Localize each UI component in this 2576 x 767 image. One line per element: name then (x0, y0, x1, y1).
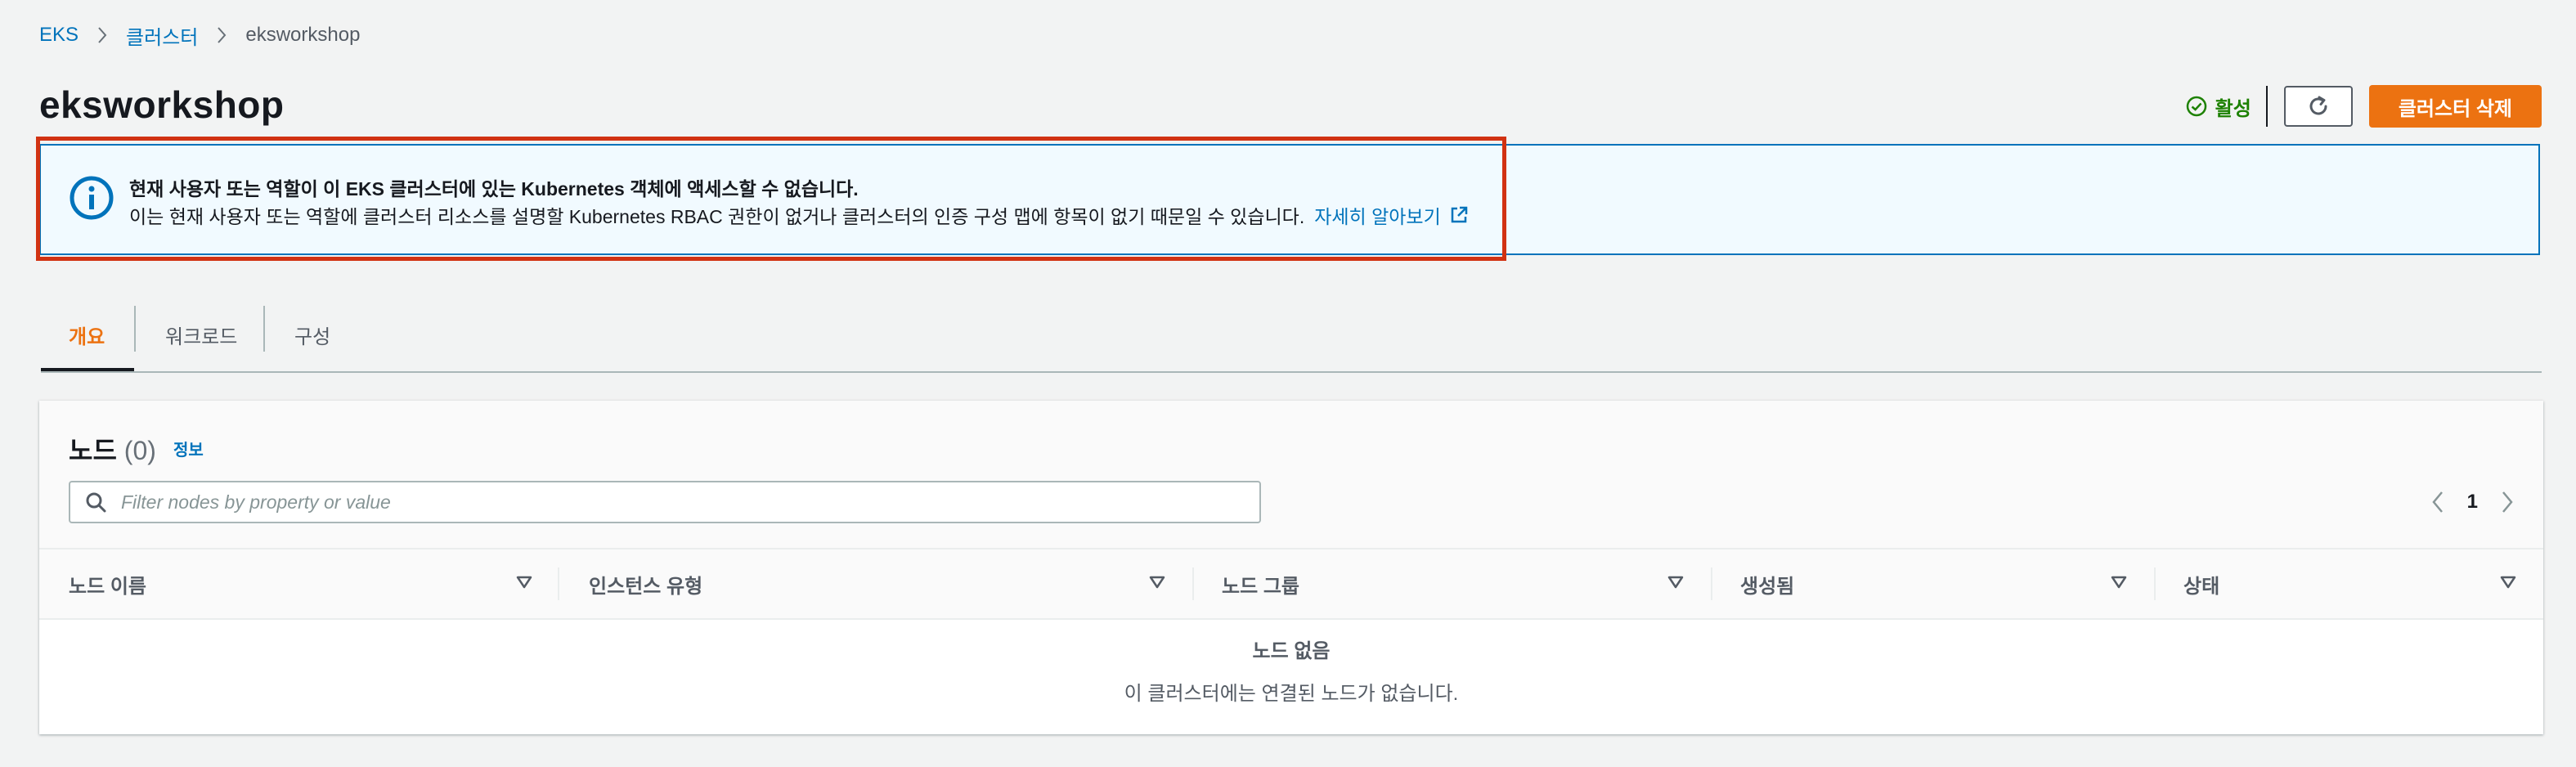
chevron-right-icon[interactable] (2499, 490, 2515, 514)
breadcrumb-clusters-link[interactable]: 클러스터 (126, 21, 198, 50)
chevron-right-icon (216, 26, 227, 44)
divider (2265, 86, 2268, 127)
tab-bar: 개요 워크로드 구성 (41, 299, 2542, 373)
pagination: 1 (2430, 486, 2515, 518)
panel-title: 노드 (0) (69, 430, 156, 468)
delete-cluster-button[interactable]: 클러스터 삭제 (2368, 85, 2542, 128)
page-number[interactable]: 1 (2467, 491, 2478, 514)
sort-caret-icon[interactable] (1148, 574, 1166, 590)
tab-divider (134, 306, 136, 352)
active-tab-indicator (41, 368, 134, 371)
chevron-right-icon (96, 26, 108, 44)
tab-overview[interactable]: 개요 (69, 299, 105, 370)
refresh-icon (2309, 96, 2327, 115)
node-count: (0) (123, 436, 156, 465)
panel-title-text: 노드 (69, 436, 117, 465)
status-badge: 활성 (2186, 92, 2251, 121)
column-divider (2154, 567, 2156, 600)
page-title: eksworkshop (39, 83, 285, 126)
column-divider (1192, 567, 1194, 600)
panel-header: 노드 (0) 정보 1 (39, 401, 2543, 548)
empty-state-title: 노드 없음 (1252, 640, 1331, 662)
nodes-panel: 노드 (0) 정보 1 노드 이름 인스턴스 유형 노드 그룹 (39, 401, 2543, 734)
info-link[interactable]: 정보 (173, 437, 204, 460)
breadcrumb-eks-link[interactable]: EKS (39, 24, 79, 47)
column-divider (1711, 567, 1712, 600)
highlight-box (36, 137, 1506, 261)
table-header: 노드 이름 인스턴스 유형 노드 그룹 생성됨 상태 (39, 548, 2543, 620)
sort-caret-icon[interactable] (2110, 574, 2128, 590)
empty-state-message: 이 클러스터에는 연결된 노드가 없습니다. (1124, 683, 1459, 705)
refresh-button[interactable] (2283, 86, 2353, 127)
breadcrumb-current: eksworkshop (245, 24, 361, 46)
column-divider (558, 567, 559, 600)
tab-workloads[interactable]: 워크로드 (165, 299, 237, 370)
search-input[interactable] (119, 490, 1186, 514)
breadcrumb: EKS 클러스터 eksworkshop (39, 21, 360, 49)
tab-configuration[interactable]: 구성 (294, 299, 330, 370)
column-header-node-group[interactable]: 노드 그룹 (1222, 549, 1299, 618)
column-header-instance-type[interactable]: 인스턴스 유형 (589, 549, 702, 618)
sort-caret-icon[interactable] (2499, 574, 2517, 590)
column-header-status[interactable]: 상태 (2183, 549, 2219, 618)
chevron-left-icon[interactable] (2430, 490, 2446, 514)
sort-caret-icon[interactable] (1667, 574, 1685, 590)
header-actions: 활성 클러스터 삭제 (2186, 85, 2542, 128)
search-icon (86, 492, 106, 513)
column-header-node-name[interactable]: 노드 이름 (69, 549, 146, 618)
sort-caret-icon[interactable] (515, 574, 533, 590)
tab-divider (263, 306, 265, 352)
column-header-created[interactable]: 생성됨 (1740, 549, 1794, 618)
status-label: 활성 (2215, 97, 2251, 120)
search-box[interactable] (69, 481, 1261, 523)
check-circle-icon (2186, 96, 2206, 117)
